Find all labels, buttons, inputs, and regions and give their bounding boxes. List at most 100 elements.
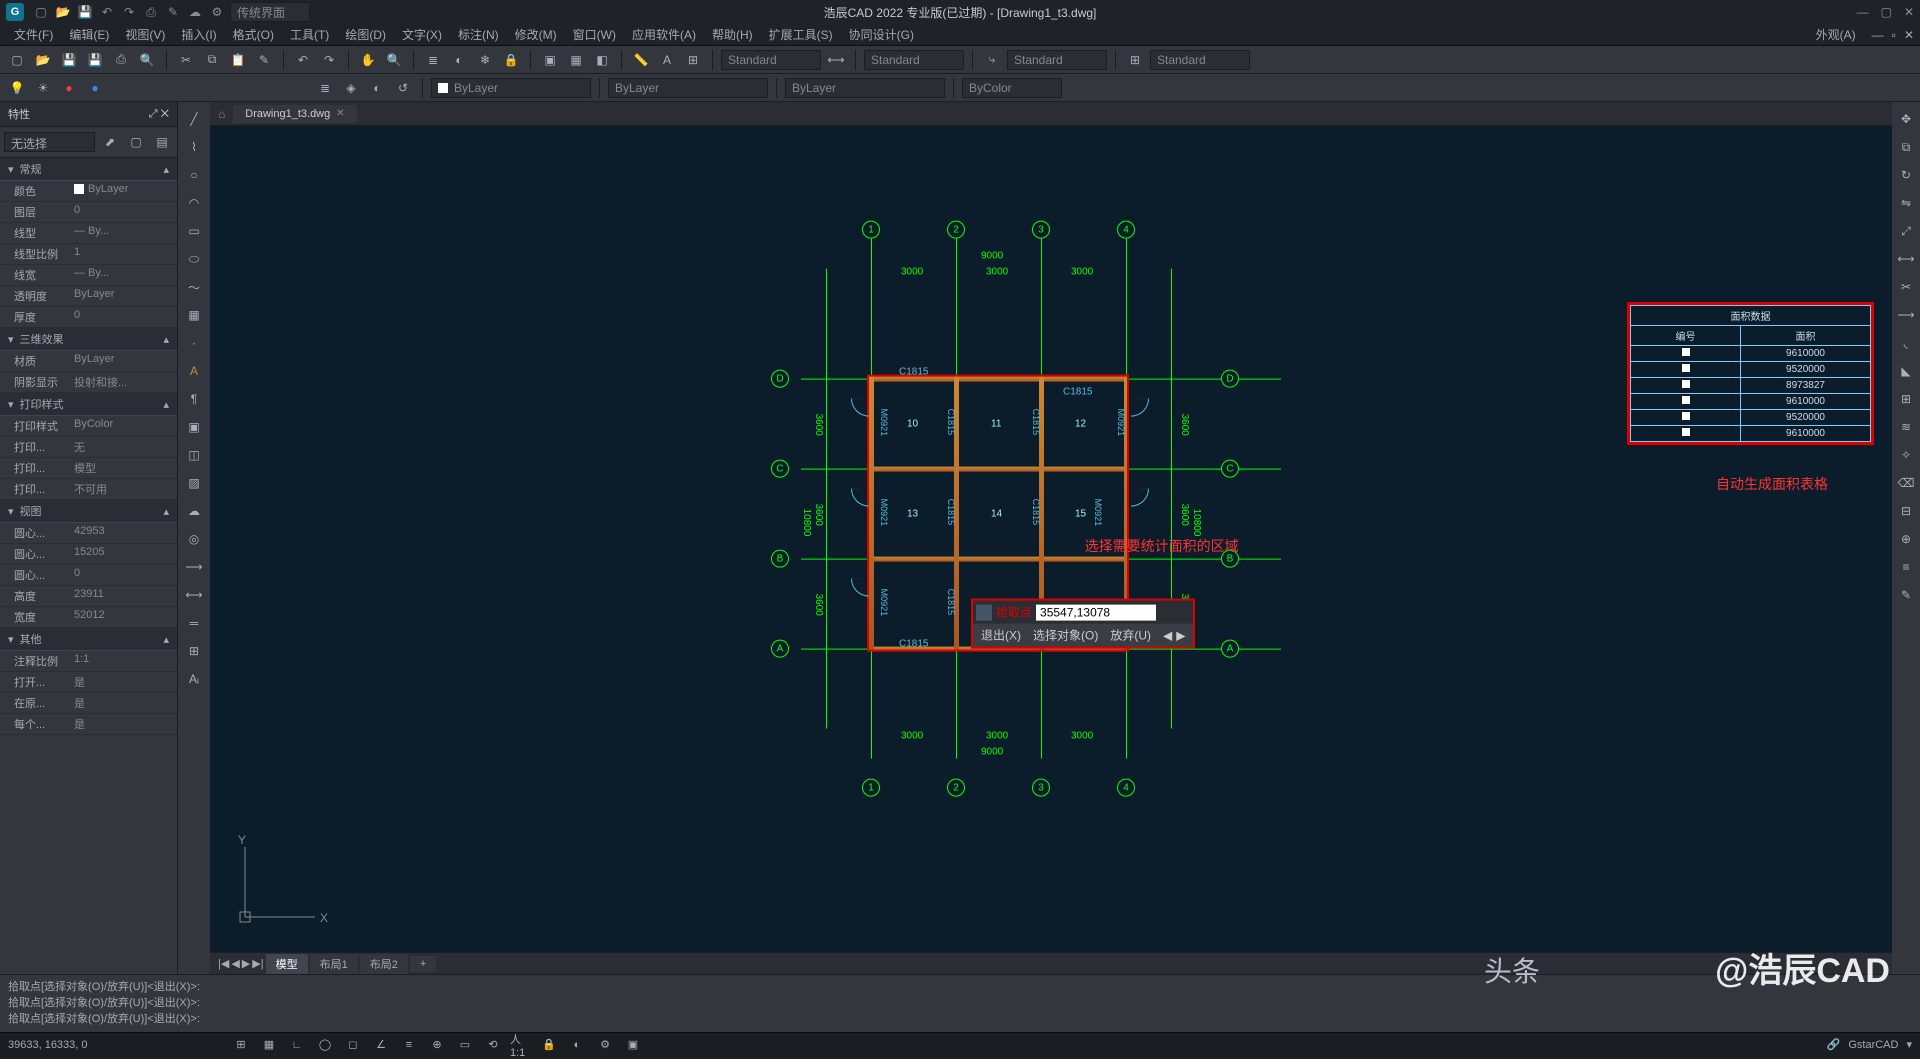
- block-icon[interactable]: ▣: [539, 49, 561, 71]
- plot-icon[interactable]: ⎙: [110, 49, 132, 71]
- menu-item[interactable]: 工具(T): [282, 24, 337, 45]
- dyn-icon[interactable]: ⊕: [426, 1034, 448, 1056]
- save-doc-icon[interactable]: 💾: [58, 49, 80, 71]
- quick-select-icon[interactable]: ⬈: [99, 131, 121, 153]
- menu-item[interactable]: 绘图(D): [337, 24, 394, 45]
- mline-icon[interactable]: ═: [180, 610, 208, 636]
- prop-row[interactable]: 透明度ByLayer: [0, 286, 177, 307]
- plotstyle-dropdown[interactable]: ByColor: [962, 78, 1062, 98]
- doc-restore-icon[interactable]: ▫: [1892, 28, 1896, 42]
- prop-row[interactable]: 厚度0: [0, 307, 177, 328]
- ortho-icon[interactable]: ∟: [286, 1034, 308, 1056]
- tooltip-input[interactable]: 35547,13078: [1036, 604, 1156, 620]
- zoom-icon[interactable]: 🔍: [383, 49, 405, 71]
- prop-row[interactable]: 阴影显示投射和接...: [0, 372, 177, 393]
- arc-icon[interactable]: ◠: [180, 190, 208, 216]
- wipeout-icon[interactable]: ▨: [180, 470, 208, 496]
- menu-item[interactable]: 插入(I): [173, 24, 224, 45]
- color2-icon[interactable]: ●: [84, 77, 106, 99]
- prop-section-header[interactable]: ▾视图▴: [0, 500, 177, 523]
- insert-icon[interactable]: ▦: [565, 49, 587, 71]
- expand-icon[interactable]: ▾: [1906, 1038, 1912, 1051]
- region-icon[interactable]: ▣: [180, 414, 208, 440]
- trim-icon[interactable]: ✂: [1892, 274, 1920, 300]
- nav-prev-icon[interactable]: ◀: [231, 957, 239, 970]
- table-style-dropdown[interactable]: Standard: [1150, 50, 1250, 70]
- pan-icon[interactable]: ✋: [357, 49, 379, 71]
- prop-section-header[interactable]: ▾其他▴: [0, 628, 177, 651]
- polyline-icon[interactable]: ⌇: [180, 134, 208, 160]
- align-icon[interactable]: ≡: [1892, 554, 1920, 580]
- lineweight-dropdown[interactable]: ByLayer: [785, 78, 945, 98]
- layer-lock-icon[interactable]: 🔒: [500, 49, 522, 71]
- menu-item[interactable]: 扩展工具(S): [761, 24, 841, 45]
- menu-item[interactable]: 窗口(W): [565, 24, 624, 45]
- print-icon[interactable]: ⎙: [142, 3, 160, 21]
- explode-icon[interactable]: ✧: [1892, 442, 1920, 468]
- prop-row[interactable]: 高度23911: [0, 586, 177, 607]
- mleader-icon[interactable]: ⤷: [981, 49, 1003, 71]
- clean-icon[interactable]: ▣: [622, 1034, 644, 1056]
- doc-minimize-icon[interactable]: —: [1872, 28, 1884, 42]
- table-icon[interactable]: ⊞: [682, 49, 704, 71]
- anno-icon[interactable]: ⟲: [482, 1034, 504, 1056]
- dim-style-dropdown[interactable]: Standard: [721, 50, 821, 70]
- extend-icon[interactable]: ⟶: [1892, 302, 1920, 328]
- xline-icon[interactable]: ⟷: [180, 582, 208, 608]
- prop-row[interactable]: 颜色ByLayer: [0, 181, 177, 202]
- isolate-icon[interactable]: ◐: [566, 1034, 588, 1056]
- menu-item[interactable]: 编辑(E): [61, 24, 117, 45]
- command-line[interactable]: 拾取点[选择对象(O)/放弃(U)]<退出(X)>: 拾取点[选择对象(O)/放…: [0, 974, 1920, 1032]
- cloud-icon[interactable]: ☁: [186, 3, 204, 21]
- table2-icon[interactable]: ⊞: [180, 638, 208, 664]
- file-tab-active[interactable]: Drawing1_t3.dwg✕: [233, 105, 356, 123]
- layers-panel-icon[interactable]: ≣: [314, 77, 336, 99]
- match-icon[interactable]: ✎: [253, 49, 275, 71]
- next-icon[interactable]: ▶: [1176, 628, 1185, 642]
- chamfer-icon[interactable]: ◣: [1892, 358, 1920, 384]
- scale-status-icon[interactable]: 人 1:1: [510, 1034, 532, 1056]
- undo-btn-icon[interactable]: ↶: [292, 49, 314, 71]
- prop-section-header[interactable]: ▾常规▴: [0, 158, 177, 181]
- prop-row[interactable]: 打开...是: [0, 672, 177, 693]
- scale-icon[interactable]: ⤢: [1892, 218, 1920, 244]
- prop-row[interactable]: 打印样式ByColor: [0, 416, 177, 437]
- hatch-icon[interactable]: ▦: [180, 302, 208, 328]
- dim-icon[interactable]: ⟷: [825, 49, 847, 71]
- line-icon[interactable]: ╱: [180, 106, 208, 132]
- new-doc-icon[interactable]: ▢: [6, 49, 28, 71]
- light-icon[interactable]: 💡: [6, 77, 28, 99]
- table-style-icon[interactable]: ⊞: [1124, 49, 1146, 71]
- circle-icon[interactable]: ○: [180, 162, 208, 188]
- point-icon[interactable]: ·: [180, 330, 208, 356]
- text-style-dropdown[interactable]: Standard: [864, 50, 964, 70]
- offset-icon[interactable]: ≋: [1892, 414, 1920, 440]
- prev-icon[interactable]: ◀: [1163, 628, 1172, 642]
- snap-icon[interactable]: ⊞: [230, 1034, 252, 1056]
- fillet-icon[interactable]: ◟: [1892, 330, 1920, 356]
- move-icon[interactable]: ✥: [1892, 106, 1920, 132]
- prop-row[interactable]: 打印...模型: [0, 458, 177, 479]
- rectangle-icon[interactable]: ▭: [180, 218, 208, 244]
- menu-item[interactable]: 协同设计(G): [841, 24, 922, 45]
- workspace-dropdown[interactable]: 传统界面: [230, 2, 310, 22]
- layout-tab-add[interactable]: +: [410, 956, 436, 972]
- prop-row[interactable]: 线宽— By...: [0, 265, 177, 286]
- text-icon[interactable]: A: [656, 49, 678, 71]
- paste-icon[interactable]: 📋: [227, 49, 249, 71]
- menu-item[interactable]: 应用软件(A): [624, 24, 704, 45]
- open-icon[interactable]: 📂: [54, 3, 72, 21]
- layer-off-icon[interactable]: ◐: [448, 49, 470, 71]
- filter-icon[interactable]: ▤: [151, 131, 173, 153]
- prop-section-header[interactable]: ▾三维效果▴: [0, 328, 177, 351]
- layer-iso-icon[interactable]: ◐: [366, 77, 388, 99]
- close-button[interactable]: ✕: [1904, 5, 1914, 19]
- layout-tab-1[interactable]: 布局1: [310, 954, 358, 974]
- menu-item[interactable]: 格式(O): [225, 24, 282, 45]
- layout-tab-model[interactable]: 模型: [266, 954, 308, 974]
- nav-last-icon[interactable]: ▶|: [252, 957, 263, 970]
- grid-icon[interactable]: ▦: [258, 1034, 280, 1056]
- layout-tab-2[interactable]: 布局2: [360, 954, 408, 974]
- prop-section-header[interactable]: ▾打印样式▴: [0, 393, 177, 416]
- maximize-button[interactable]: ▢: [1881, 5, 1892, 19]
